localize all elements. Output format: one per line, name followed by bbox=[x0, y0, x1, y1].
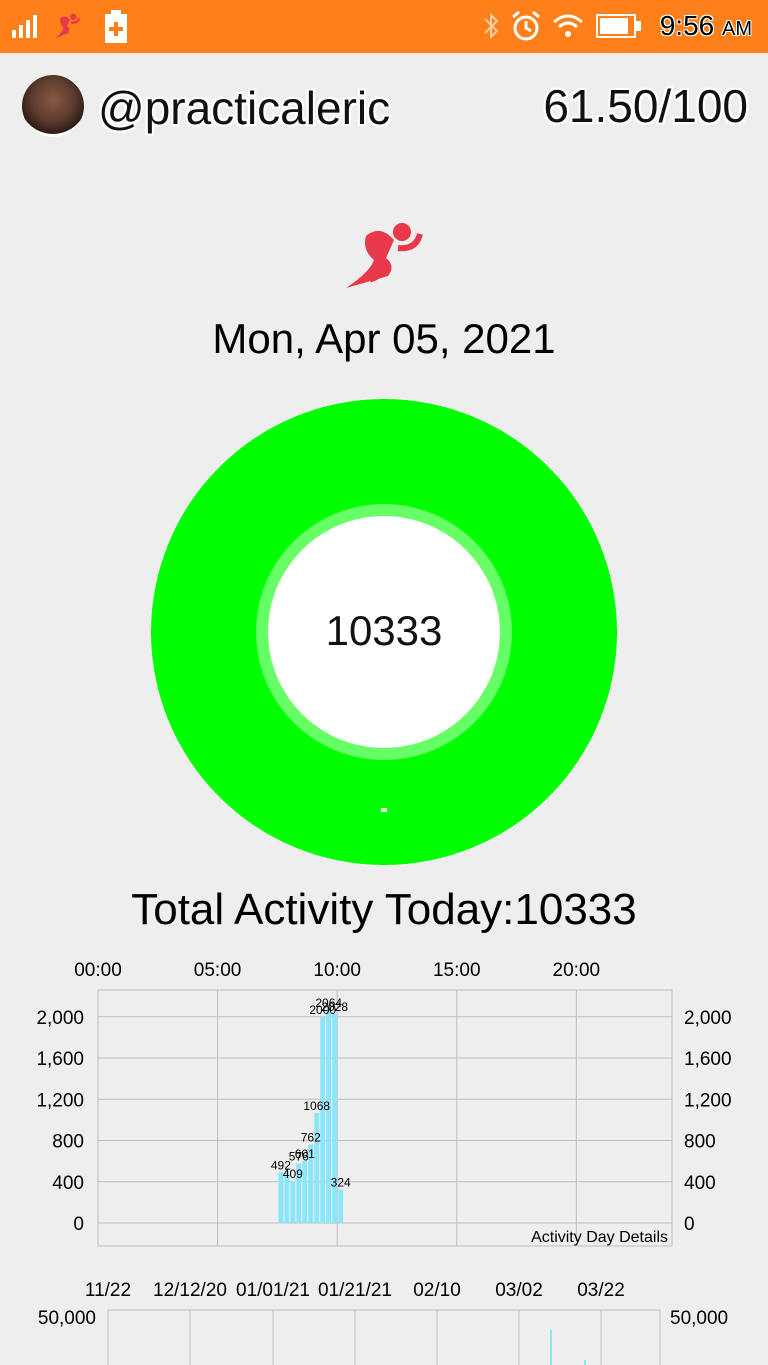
y-tick-label-left: 0 bbox=[73, 1214, 84, 1235]
y-tick-label-right: 2,000 bbox=[684, 1008, 732, 1029]
chart-caption: Activity Day Details bbox=[531, 1229, 668, 1246]
y-tick-label-left: 1,200 bbox=[36, 1090, 84, 1111]
battery-icon bbox=[596, 14, 641, 38]
y-tick-label-right: 1,600 bbox=[684, 1049, 732, 1070]
activity-day-chart[interactable]: 0 0 400 400 800 800 1,200 1,200 1,600 1,600 2,000 2… bbox=[0, 950, 768, 1250]
status-time: 9:56 AM bbox=[660, 10, 752, 42]
wifi-icon bbox=[553, 14, 583, 37]
y-tick-label-left: 1,600 bbox=[36, 1049, 84, 1070]
x-tick-label: 10:00 bbox=[313, 960, 361, 981]
status-time-value: 9:56 bbox=[659, 10, 715, 41]
bar-value-label: 762 bbox=[301, 1130, 321, 1144]
bar bbox=[584, 1360, 586, 1365]
bar bbox=[550, 1330, 552, 1365]
y-tick-label-right: 400 bbox=[684, 1173, 716, 1194]
x-tick-label: 03/22 bbox=[577, 1280, 625, 1301]
runner-notification-icon bbox=[55, 13, 81, 39]
y-tick-label-left: 400 bbox=[52, 1173, 84, 1194]
alarm-icon bbox=[512, 10, 540, 41]
runner-icon bbox=[346, 223, 423, 288]
bar bbox=[320, 1016, 326, 1223]
bluetooth-icon bbox=[484, 12, 499, 40]
bar-value-label: 409 bbox=[283, 1167, 303, 1181]
x-tick-label: 02/10 bbox=[413, 1280, 461, 1301]
y-tick-label-right: 0 bbox=[684, 1214, 695, 1235]
y-tick-label-right: 800 bbox=[684, 1132, 716, 1153]
plot-frame bbox=[97, 989, 673, 1247]
bar-value-label: 2028 bbox=[321, 1000, 348, 1014]
bar-value-label: 1068 bbox=[303, 1099, 330, 1113]
bar bbox=[290, 1180, 296, 1223]
username: @practicaleric bbox=[98, 82, 391, 134]
score: 61.50/100 bbox=[543, 80, 748, 132]
avatar[interactable] bbox=[22, 75, 84, 137]
bar-value-label: 324 bbox=[331, 1176, 351, 1190]
signal-bars-icon bbox=[12, 15, 37, 38]
x-tick-label: 00:00 bbox=[74, 960, 122, 981]
bar bbox=[326, 1010, 332, 1223]
date-label: Mon, Apr 05, 2021 bbox=[212, 315, 556, 362]
plot-frame bbox=[107, 1309, 661, 1365]
y-tick-label-left: 50,000 bbox=[38, 1308, 96, 1329]
bar-value-label: 601 bbox=[295, 1147, 315, 1161]
x-tick-label: 03/02 bbox=[495, 1280, 543, 1301]
status-bar: 9:56 AM bbox=[0, 0, 768, 53]
x-tick-label: 01/01/21 bbox=[236, 1280, 310, 1301]
status-time-ampm: AM bbox=[722, 18, 752, 40]
total-activity-label: Total Activity Today:10333 bbox=[131, 885, 637, 934]
bar bbox=[332, 1013, 338, 1223]
x-tick-label: 11/22 bbox=[85, 1280, 131, 1301]
bar bbox=[314, 1112, 320, 1223]
activity-ring-value: 10333 bbox=[325, 607, 443, 654]
activity-history-chart[interactable]: 11/22 12/12/20 01/01/21 01/21/21 02/10 03/02 0… bbox=[0, 1270, 768, 1365]
y-tick-label-right: 1,200 bbox=[684, 1090, 732, 1111]
y-tick-label-left: 2,000 bbox=[36, 1008, 84, 1029]
x-tick-label: 12/12/20 bbox=[153, 1280, 227, 1301]
y-tick-label-left: 800 bbox=[52, 1132, 84, 1153]
bar bbox=[338, 1189, 344, 1223]
x-tick-label: 01/21/21 bbox=[318, 1280, 392, 1301]
x-tick-label: 20:00 bbox=[553, 960, 601, 981]
battery-saver-icon bbox=[105, 10, 127, 43]
ring-indicator-dot bbox=[381, 808, 387, 812]
x-tick-label: 15:00 bbox=[433, 960, 481, 981]
y-tick-label-right: 50,000 bbox=[670, 1308, 728, 1329]
x-tick-label: 05:00 bbox=[194, 960, 242, 981]
bar bbox=[302, 1161, 308, 1223]
